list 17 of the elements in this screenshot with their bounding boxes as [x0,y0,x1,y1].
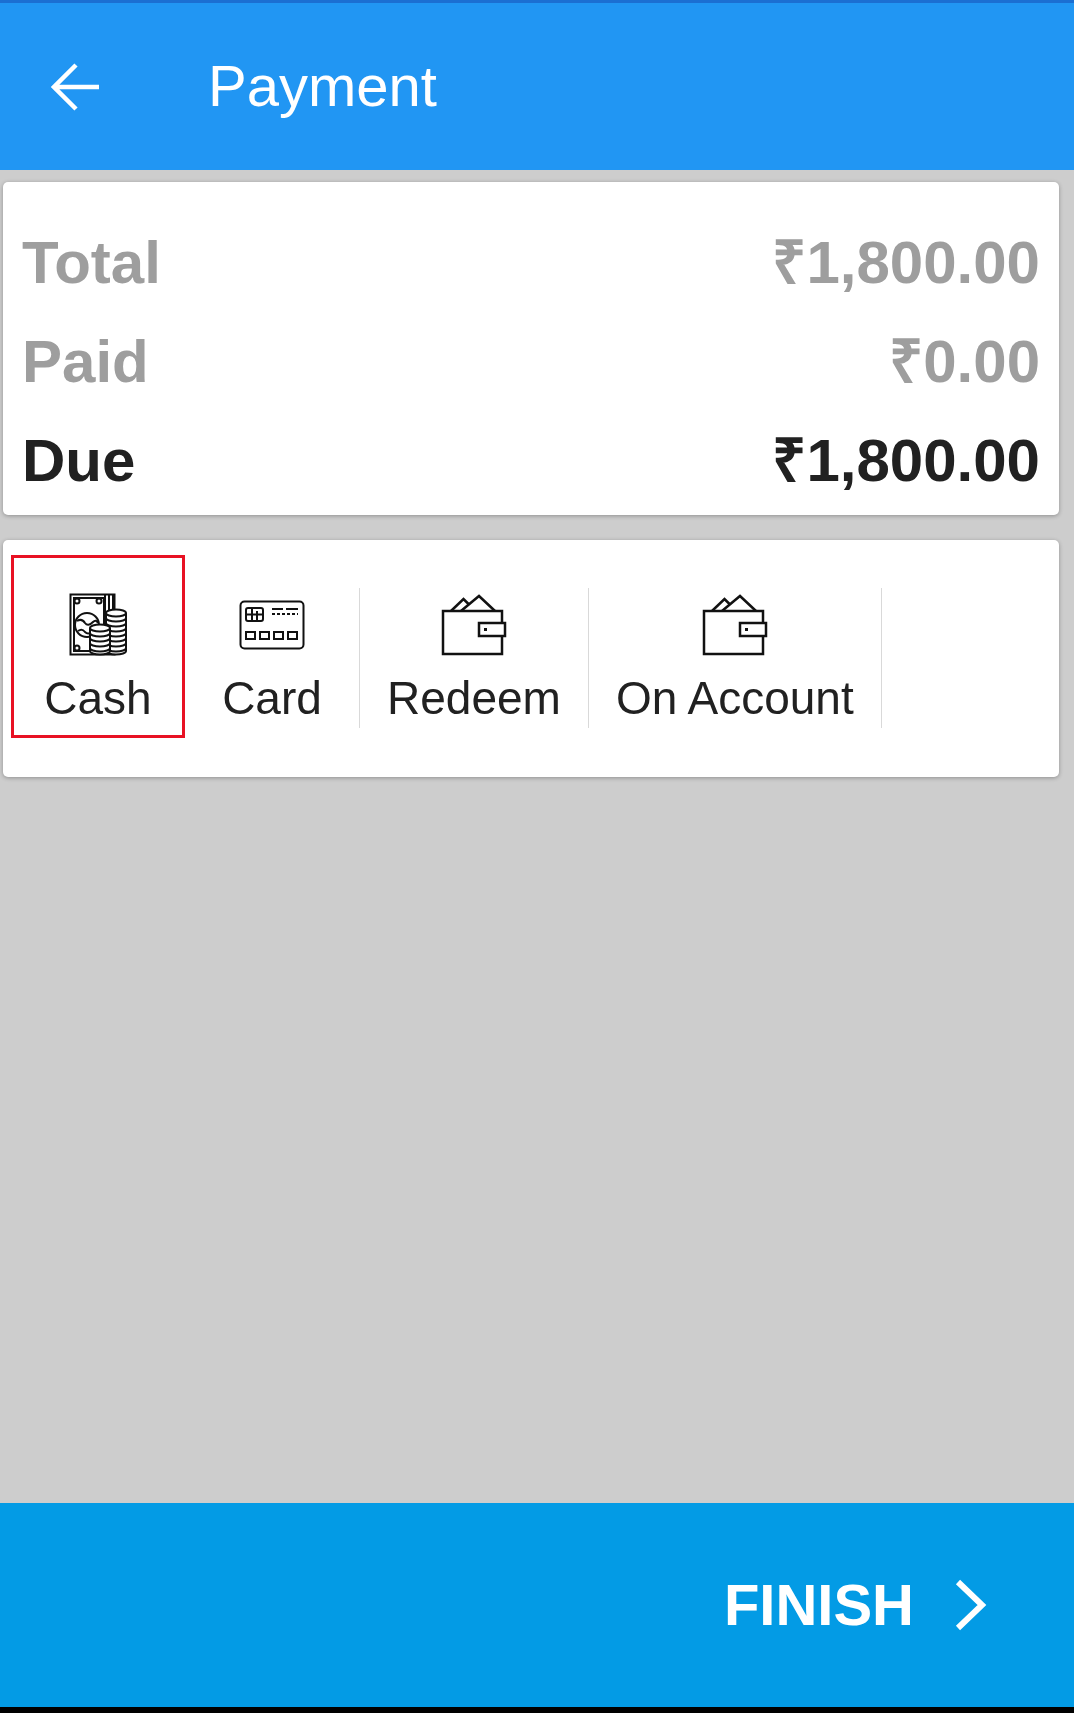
money-icon [69,593,127,657]
summary-amount: ₹1,800.00 [772,426,1040,495]
payment-method-button[interactable]: Card [185,555,359,738]
back-button[interactable] [51,61,101,112]
payment-method-button[interactable]: Redeem [360,555,588,738]
wallet-icon [701,594,768,656]
wallet-icon [440,594,507,656]
summary-amount: ₹1,800.00 [772,228,1040,297]
summary-amount: ₹0.00 [889,327,1040,396]
payment-method-button[interactable]: On Account [588,555,881,738]
summary-label: Due [22,426,136,495]
summary-label: Paid [22,327,149,396]
summary-label: Total [22,228,161,297]
credit-card-icon [239,600,305,650]
payment-method-button[interactable]: Cash [11,555,185,738]
page-title: Payment [208,53,437,120]
back-arrow-icon [51,62,101,111]
